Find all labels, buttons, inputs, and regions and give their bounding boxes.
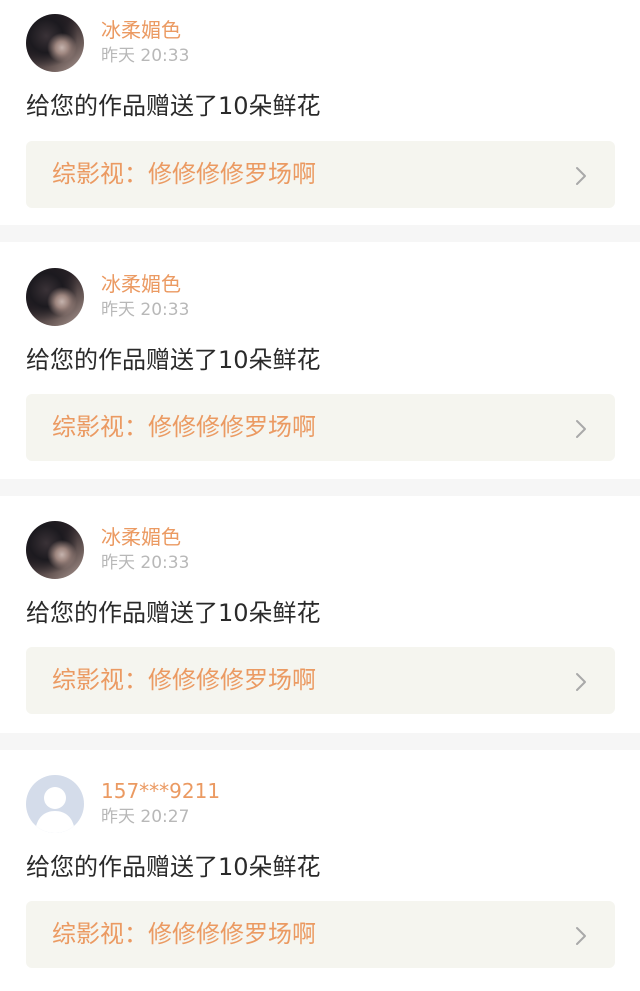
username[interactable]: 冰柔媚色 xyxy=(101,525,181,549)
avatar[interactable] xyxy=(26,268,84,326)
chevron-right-icon xyxy=(576,167,586,185)
notification-card: 冰柔媚色 昨天 20:33 给您的作品赠送了10朵鲜花 综影视：修修修修罗场啊 xyxy=(0,0,640,225)
work-link[interactable]: 综影视：修修修修罗场啊 xyxy=(26,901,615,968)
work-title: 综影视：修修修修罗场啊 xyxy=(52,920,316,948)
chevron-right-icon xyxy=(576,673,586,691)
work-link[interactable]: 综影视：修修修修罗场啊 xyxy=(26,141,615,208)
notification-message: 给您的作品赠送了10朵鲜花 xyxy=(26,346,321,374)
username[interactable]: 冰柔媚色 xyxy=(101,18,181,42)
work-link[interactable]: 综影视：修修修修罗场啊 xyxy=(26,394,615,461)
notification-card: 157***9211 昨天 20:27 给您的作品赠送了10朵鲜花 综影视：修修… xyxy=(0,750,640,991)
chevron-right-icon xyxy=(576,927,586,945)
notification-message: 给您的作品赠送了10朵鲜花 xyxy=(26,92,321,120)
default-avatar-icon xyxy=(35,787,75,833)
notification-card: 冰柔媚色 昨天 20:33 给您的作品赠送了10朵鲜花 综影视：修修修修罗场啊 xyxy=(0,496,640,733)
timestamp: 昨天 20:33 xyxy=(101,553,190,573)
timestamp: 昨天 20:27 xyxy=(101,807,190,827)
avatar[interactable] xyxy=(26,521,84,579)
avatar[interactable] xyxy=(26,14,84,72)
timestamp: 昨天 20:33 xyxy=(101,300,190,320)
notification-card: 冰柔媚色 昨天 20:33 给您的作品赠送了10朵鲜花 综影视：修修修修罗场啊 xyxy=(0,242,640,479)
work-title: 综影视：修修修修罗场啊 xyxy=(52,666,316,694)
work-link[interactable]: 综影视：修修修修罗场啊 xyxy=(26,647,615,714)
work-title: 综影视：修修修修罗场啊 xyxy=(52,160,316,188)
notification-message: 给您的作品赠送了10朵鲜花 xyxy=(26,599,321,627)
avatar[interactable] xyxy=(26,775,84,833)
chevron-right-icon xyxy=(576,420,586,438)
username[interactable]: 157***9211 xyxy=(101,779,220,803)
notification-message: 给您的作品赠送了10朵鲜花 xyxy=(26,853,321,881)
username[interactable]: 冰柔媚色 xyxy=(101,272,181,296)
timestamp: 昨天 20:33 xyxy=(101,46,190,66)
work-title: 综影视：修修修修罗场啊 xyxy=(52,413,316,441)
